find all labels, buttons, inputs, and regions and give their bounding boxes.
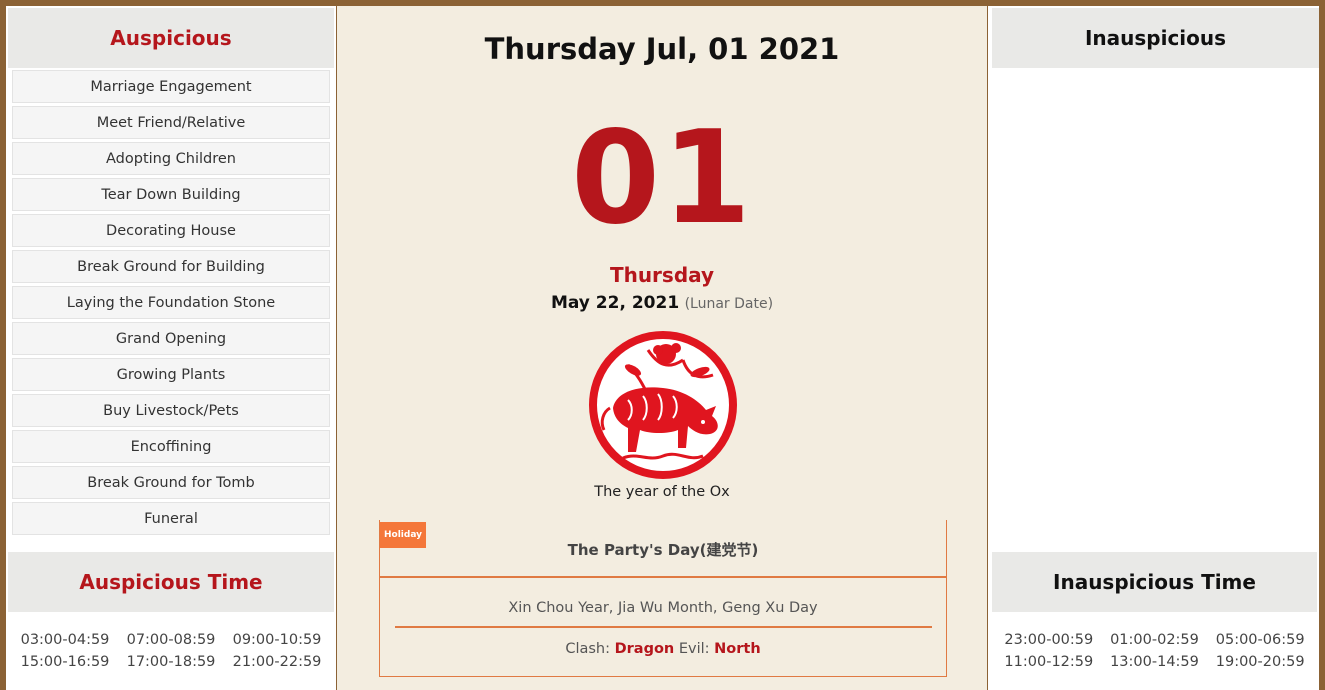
evil-value: North <box>714 641 761 657</box>
inauspicious-time-section: Inauspicious Time 23:00-00:59 01:00-02:5… <box>990 552 1319 670</box>
weekday-label: Thursday <box>609 263 715 287</box>
time-slot: 15:00-16:59 <box>20 654 110 670</box>
time-slot: 13:00-14:59 <box>1110 654 1199 670</box>
evil-label: Evil: <box>678 641 710 657</box>
auspicious-item[interactable]: Buy Livestock/Pets <box>12 394 330 427</box>
day-info-box: Holiday The Party's Day(建党节) Xin Chou Ye… <box>379 520 947 677</box>
auspicious-time-section: Auspicious Time 03:00-04:59 07:00-08:59 … <box>6 552 336 670</box>
divider <box>380 576 946 578</box>
auspicious-item[interactable]: Laying the Foundation Stone <box>12 286 330 319</box>
auspicious-item[interactable]: Tear Down Building <box>12 178 330 211</box>
holiday-name: The Party's Day(建党节) <box>567 541 759 559</box>
time-slot: 01:00-02:59 <box>1110 632 1199 648</box>
inauspicious-column: Inauspicious Inauspicious Time 23:00-00:… <box>990 6 1319 690</box>
time-slot: 09:00-10:59 <box>232 632 322 648</box>
auspicious-item[interactable]: Break Ground for Tomb <box>12 466 330 499</box>
auspicious-column: Auspicious Marriage Engagement Meet Frie… <box>6 6 336 690</box>
zodiac-caption: The year of the Ox <box>594 484 730 500</box>
auspicious-time-grid: 03:00-04:59 07:00-08:59 09:00-10:59 15:0… <box>6 612 336 670</box>
auspicious-item[interactable]: Adopting Children <box>12 142 330 175</box>
clash-value: Dragon <box>614 641 675 657</box>
time-slot: 17:00-18:59 <box>126 654 216 670</box>
inauspicious-time-grid: 23:00-00:59 01:00-02:59 05:00-06:59 11:0… <box>990 612 1319 670</box>
auspicious-item[interactable]: Meet Friend/Relative <box>12 106 330 139</box>
auspicious-item[interactable]: Grand Opening <box>12 322 330 355</box>
auspicious-item[interactable]: Growing Plants <box>12 358 330 391</box>
time-slot: 21:00-22:59 <box>232 654 322 670</box>
calendar-page: Auspicious Marriage Engagement Meet Frie… <box>6 6 1319 690</box>
inauspicious-heading: Inauspicious <box>992 8 1319 68</box>
lunar-date-value: May 22, 2021 <box>550 293 680 313</box>
day-detail-column: Thursday Jul, 01 2021 01 Thursday May 22… <box>336 6 988 690</box>
clash-label: Clash: <box>565 641 610 657</box>
auspicious-heading: Auspicious <box>8 8 334 68</box>
time-slot: 19:00-20:59 <box>1215 654 1305 670</box>
auspicious-item[interactable]: Funeral <box>12 502 330 535</box>
time-slot: 23:00-00:59 <box>1004 632 1094 648</box>
time-slot: 05:00-06:59 <box>1215 632 1305 648</box>
auspicious-time-heading: Auspicious Time <box>8 552 334 612</box>
clash-evil-line: Clash: Dragon Evil: North <box>380 641 946 657</box>
time-slot: 07:00-08:59 <box>126 632 216 648</box>
inauspicious-time-heading: Inauspicious Time <box>992 552 1317 612</box>
auspicious-item[interactable]: Encoffining <box>12 430 330 463</box>
auspicious-item[interactable]: Decorating House <box>12 214 330 247</box>
lunar-date: May 22, 2021 (Lunar Date) <box>337 293 987 313</box>
date-title: Thursday Jul, 01 2021 <box>484 32 840 66</box>
divider <box>395 626 932 628</box>
ox-papercut-icon <box>589 331 737 479</box>
ganzhi-text: Xin Chou Year, Jia Wu Month, Geng Xu Day <box>508 600 818 616</box>
lunar-date-note: (Lunar Date) <box>684 296 774 312</box>
auspicious-item[interactable]: Break Ground for Building <box>12 250 330 283</box>
time-slot: 11:00-12:59 <box>1004 654 1094 670</box>
auspicious-list: Marriage Engagement Meet Friend/Relative… <box>6 70 336 535</box>
auspicious-item[interactable]: Marriage Engagement <box>12 70 330 103</box>
day-number: 01 <box>570 104 754 253</box>
time-slot: 03:00-04:59 <box>20 632 110 648</box>
